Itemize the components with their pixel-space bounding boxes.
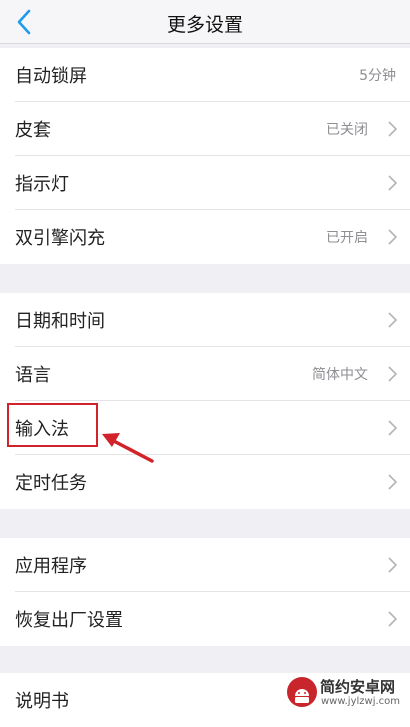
row-factory-reset[interactable]: 恢复出厂设置 xyxy=(0,592,410,646)
row-label: 应用程序 xyxy=(15,556,87,577)
annotation-highlight-box xyxy=(7,403,98,447)
row-dual-engine-flash-charge[interactable]: 双引擎闪充 已开启 xyxy=(0,210,410,264)
row-value: 已开启 xyxy=(326,230,368,246)
row-value: 简体中文 xyxy=(312,367,368,383)
row-label: 日期和时间 xyxy=(15,311,105,332)
row-label: 语言 xyxy=(15,365,51,386)
row-scheduled-tasks[interactable]: 定时任务 xyxy=(0,455,410,509)
page-title: 更多设置 xyxy=(166,14,243,36)
row-auto-lock[interactable]: 自动锁屏 5分钟 xyxy=(0,48,410,102)
watermark-url: www.jylzwj.com xyxy=(321,696,401,707)
row-label: 自动锁屏 xyxy=(15,66,87,87)
chevron-right-icon xyxy=(388,229,397,245)
row-indicator-light[interactable]: 指示灯 xyxy=(0,156,410,210)
settings-group-apps: 应用程序 恢复出厂设置 xyxy=(0,538,410,646)
row-value: 5分钟 xyxy=(359,68,396,84)
settings-group-general: 自动锁屏 5分钟 皮套 已关闭 指示灯 双引擎闪充 已开启 xyxy=(0,48,410,264)
row-label: 双引擎闪充 xyxy=(15,228,105,249)
row-value: 已关闭 xyxy=(326,122,368,138)
row-applications[interactable]: 应用程序 xyxy=(0,538,410,592)
top-bar: 更多设置 xyxy=(0,0,410,44)
chevron-right-icon xyxy=(388,121,397,137)
android-logo-icon xyxy=(287,677,317,707)
watermark-name: 简约安卓网 xyxy=(320,678,396,696)
row-language[interactable]: 语言 简体中文 xyxy=(0,347,410,401)
chevron-right-icon xyxy=(388,611,397,627)
chevron-right-icon xyxy=(388,175,397,191)
annotation-arrow-icon xyxy=(102,433,154,463)
row-date-time[interactable]: 日期和时间 xyxy=(0,293,410,347)
chevron-right-icon xyxy=(388,366,397,382)
chevron-right-icon xyxy=(388,474,397,490)
chevron-right-icon xyxy=(388,420,397,436)
row-label: 恢复出厂设置 xyxy=(15,610,123,631)
chevron-right-icon xyxy=(388,312,397,328)
row-label: 说明书 xyxy=(15,691,69,712)
row-label: 皮套 xyxy=(15,120,51,141)
settings-group-system: 日期和时间 语言 简体中文 输入法 定时任务 xyxy=(0,293,410,509)
row-cover[interactable]: 皮套 已关闭 xyxy=(0,102,410,156)
row-label: 定时任务 xyxy=(15,473,87,494)
chevron-right-icon xyxy=(388,557,397,573)
row-label: 指示灯 xyxy=(15,174,69,195)
